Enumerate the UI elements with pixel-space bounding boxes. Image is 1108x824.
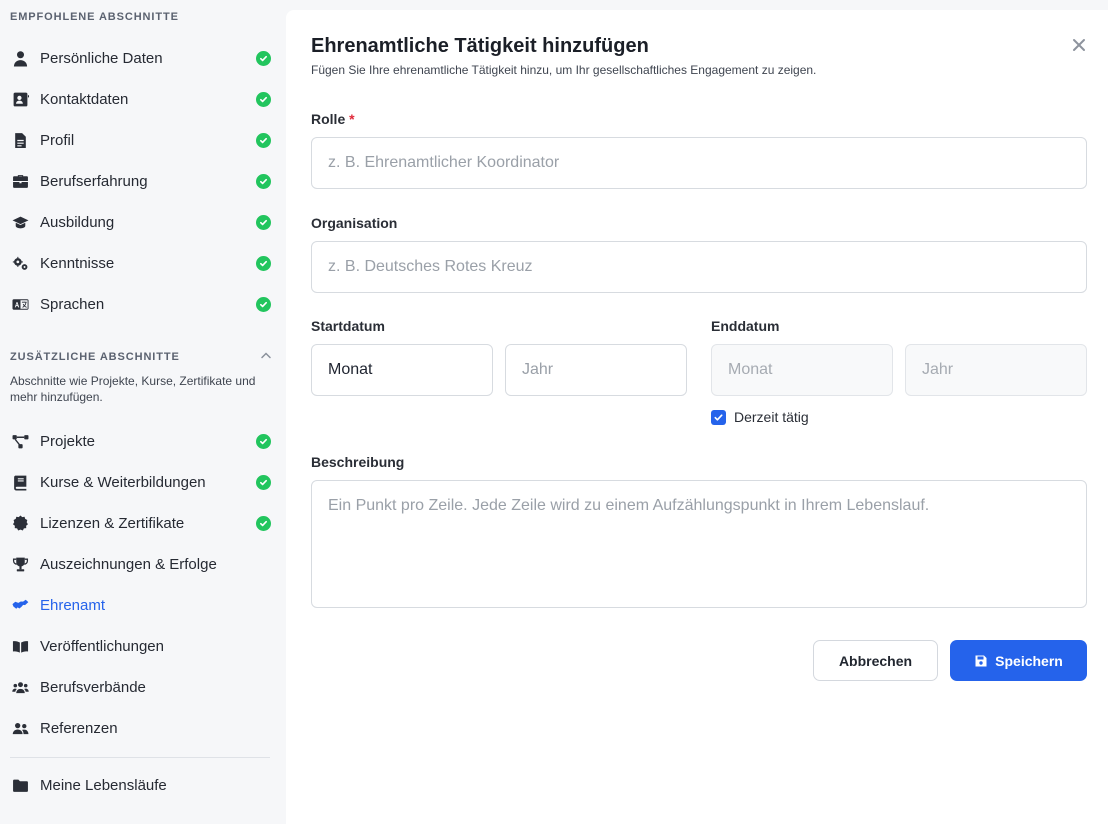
description-label: Beschreibung [311, 454, 405, 470]
sidebar-item-label: Berufserfahrung [40, 173, 148, 190]
role-input[interactable]: z. B. Ehrenamtlicher Koordinator [311, 137, 1087, 189]
additional-sections-title: ZUSÄTZLICHE ABSCHNITTE [10, 351, 180, 363]
sidebar-item-profil[interactable]: Profil [0, 120, 286, 161]
check-icon [256, 174, 271, 189]
organization-label: Organisation [311, 215, 398, 231]
sidebar-item-label: Auszeichnungen & Erfolge [40, 556, 217, 573]
currently-active-label: Derzeit tätig [734, 409, 809, 425]
language-icon [10, 295, 30, 315]
start-month-select[interactable]: Monat [311, 344, 493, 396]
users-icon [10, 678, 30, 698]
check-icon [256, 133, 271, 148]
currently-active-row[interactable]: Derzeit tätig [711, 409, 809, 425]
sidebar-item-berufsverbaende[interactable]: Berufsverbände [0, 667, 286, 708]
volunteer-dialog: Ehrenamtliche Tätigkeit hinzufügen Fügen… [286, 10, 1108, 824]
dialog-title: Ehrenamtliche Tätigkeit hinzufügen [311, 35, 649, 57]
sidebar-item-veroeffentlichungen[interactable]: Veröffentlichungen [0, 626, 286, 667]
graduation-cap-icon [10, 213, 30, 233]
sidebar-item-label: Veröffentlichungen [40, 638, 164, 655]
sidebar-item-label: Kenntnisse [40, 255, 115, 272]
sidebar-item-berufserfahrung[interactable]: Berufserfahrung [0, 161, 286, 202]
save-button-label: Speichern [995, 652, 1063, 669]
close-icon[interactable] [1070, 36, 1088, 54]
check-icon [256, 215, 271, 230]
book-icon [10, 473, 30, 493]
end-year-input[interactable]: Jahr [905, 344, 1087, 396]
handshake-icon [10, 596, 30, 616]
recommended-sections-title: EMPFOHLENE ABSCHNITTE [10, 11, 179, 23]
briefcase-icon [10, 172, 30, 192]
organization-input[interactable]: z. B. Deutsches Rotes Kreuz [311, 241, 1087, 293]
sidebar-item-label: Lizenzen & Zertifikate [40, 515, 185, 532]
sidebar-item-sprachen[interactable]: Sprachen [0, 284, 286, 325]
currently-active-checkbox[interactable] [711, 409, 726, 425]
save-button[interactable]: Speichern [950, 640, 1087, 681]
open-book-icon [10, 637, 30, 657]
sidebar-item-label: Kontaktdaten [40, 91, 129, 108]
trophy-icon [10, 555, 30, 575]
sidebar-item-label: Ehrenamt [40, 597, 106, 614]
sidebar-item-label: Referenzen [40, 720, 118, 737]
document-icon [10, 131, 30, 151]
sidebar-item-label: Profil [40, 132, 75, 149]
sidebar-item-ehrenamt[interactable]: Ehrenamt [0, 585, 286, 626]
sidebar-item-label: Berufsverbände [40, 679, 146, 696]
role-label: Rolle * [311, 111, 355, 127]
contact-card-icon [10, 90, 30, 110]
sidebar-item-persoenliche-daten[interactable]: Persönliche Daten [0, 38, 286, 79]
sidebar-item-ausbildung[interactable]: Ausbildung [0, 202, 286, 243]
cancel-button[interactable]: Abbrechen [813, 640, 938, 681]
start-year-input[interactable]: Jahr [505, 344, 687, 396]
sidebar-item-label: Ausbildung [40, 214, 115, 231]
end-month-select[interactable]: Monat [711, 344, 893, 396]
sidebar-item-kontaktdaten[interactable]: Kontaktdaten [0, 79, 286, 120]
check-icon [256, 475, 271, 490]
additional-sections-description: Abschnitte wie Projekte, Kurse, Zertifik… [10, 374, 256, 404]
required-mark: * [349, 111, 355, 127]
sidebar-item-label: Sprachen [40, 296, 105, 313]
dialog-subtitle: Fügen Sie Ihre ehrenamtliche Tätigkeit h… [311, 63, 817, 77]
check-icon [256, 297, 271, 312]
sidebar: EMPFOHLENE ABSCHNITTE Persönliche Daten … [0, 0, 286, 824]
sidebar-item-projekte[interactable]: Projekte [0, 421, 286, 462]
sidebar-item-label: Persönliche Daten [40, 50, 163, 67]
user-icon [10, 49, 30, 69]
sidebar-item-label: Meine Lebensläufe [40, 777, 167, 794]
project-diagram-icon [10, 432, 30, 452]
sidebar-item-kurse[interactable]: Kurse & Weiterbildungen [0, 462, 286, 503]
sidebar-divider [10, 757, 270, 758]
check-icon [256, 256, 271, 271]
sidebar-item-lizenzen[interactable]: Lizenzen & Zertifikate [0, 503, 286, 544]
sidebar-item-meine-lebenslaeufe[interactable]: Meine Lebensläufe [0, 765, 286, 806]
end-date-label: Enddatum [711, 318, 780, 334]
check-icon [256, 92, 271, 107]
role-label-text: Rolle [311, 111, 346, 127]
sidebar-item-kenntnisse[interactable]: Kenntnisse [0, 243, 286, 284]
check-icon [256, 51, 271, 66]
description-textarea[interactable]: Ein Punkt pro Zeile. Jede Zeile wird zu … [311, 480, 1087, 608]
check-icon [256, 434, 271, 449]
start-date-label: Startdatum [311, 318, 385, 334]
check-icon [256, 516, 271, 531]
sidebar-item-label: Projekte [40, 433, 96, 450]
floppy-disk-icon [975, 655, 987, 666]
sidebar-item-referenzen[interactable]: Referenzen [0, 708, 286, 749]
user-friends-icon [10, 719, 30, 739]
chevron-up-icon[interactable] [259, 349, 273, 363]
folder-icon [10, 776, 30, 796]
sidebar-item-auszeichnungen[interactable]: Auszeichnungen & Erfolge [0, 544, 286, 585]
gears-icon [10, 254, 30, 274]
certificate-icon [10, 514, 30, 534]
sidebar-item-label: Kurse & Weiterbildungen [40, 474, 206, 491]
